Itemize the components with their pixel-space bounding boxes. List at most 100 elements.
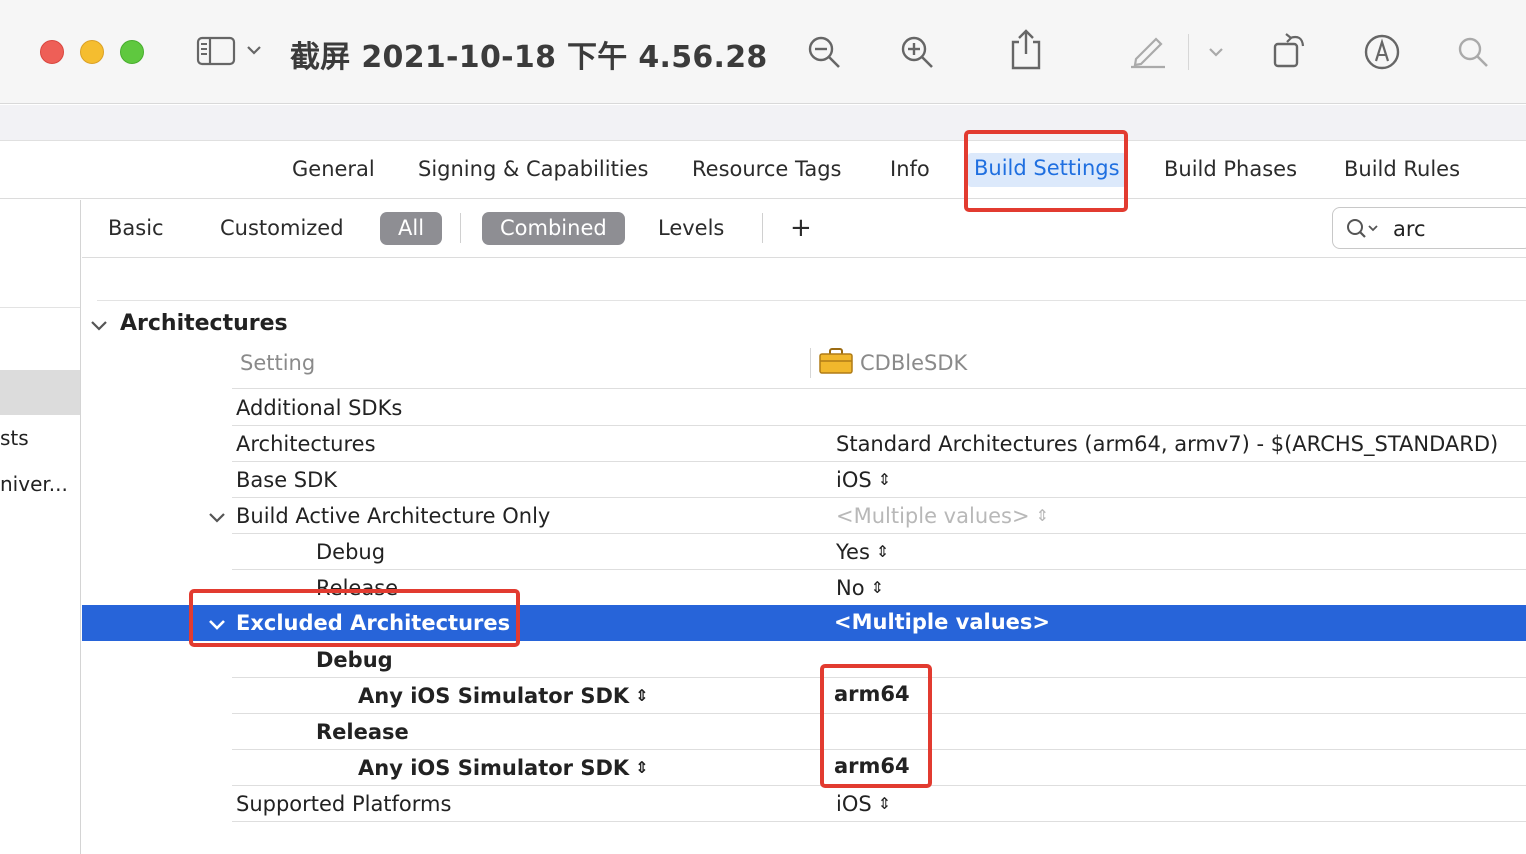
zoom-out-icon[interactable] <box>806 34 842 70</box>
search-icon <box>1345 217 1381 245</box>
editor-tab-bar: General Signing & Capabilities Resource … <box>0 141 1526 199</box>
setting-condition-popup[interactable]: Any iOS Simulator SDK ⇕ <box>358 684 649 708</box>
chevron-down-icon[interactable] <box>90 318 108 337</box>
setting-value[interactable]: arm64 <box>834 754 910 778</box>
chevron-down-icon[interactable] <box>1208 46 1224 58</box>
setting-value: <Multiple values> <box>836 504 1030 528</box>
briefcase-icon <box>819 348 853 378</box>
row-divider <box>232 821 1526 822</box>
add-setting-button[interactable]: + <box>790 213 812 243</box>
project-sidebar: sts niver... <box>0 200 81 854</box>
setting-name: Debug <box>316 648 393 672</box>
updown-arrows-icon: ⇕ <box>877 794 892 813</box>
sidebar-toggle-icon[interactable] <box>196 36 236 66</box>
tab-info[interactable]: Info <box>890 157 930 181</box>
sidebar-item-universal[interactable]: niver... <box>0 472 80 496</box>
header-divider <box>232 388 1526 389</box>
setting-value[interactable]: Standard Architectures (arm64, armv7) - … <box>836 432 1498 456</box>
search-input[interactable]: arc <box>1393 217 1426 241</box>
setting-row[interactable]: Supported Platforms iOS ⇕ <box>82 786 1526 822</box>
setting-value: No <box>836 576 865 600</box>
sidebar-item-tests[interactable]: sts <box>0 426 80 450</box>
filter-basic-button[interactable]: Basic <box>108 216 164 240</box>
filter-levels-button[interactable]: Levels <box>658 216 724 240</box>
search-icon[interactable] <box>1456 35 1490 69</box>
minimize-window-button[interactable] <box>80 40 104 64</box>
filter-all-button[interactable]: All <box>380 212 443 245</box>
setting-row[interactable]: Any iOS Simulator SDK ⇕ arm64 <box>82 750 1526 786</box>
setting-name: Release <box>316 720 409 744</box>
updown-arrows-icon: ⇕ <box>1035 506 1049 525</box>
updown-arrows-icon: ⇕ <box>635 686 649 705</box>
setting-value-popup[interactable]: No ⇕ <box>836 576 884 600</box>
setting-value: Yes <box>836 540 870 564</box>
settings-top-divider <box>97 300 1526 301</box>
setting-row[interactable]: Release No ⇕ <box>82 570 1526 606</box>
updown-arrows-icon: ⇕ <box>875 542 890 561</box>
setting-row[interactable]: Debug <box>82 642 1526 678</box>
column-divider <box>810 348 811 378</box>
chevron-down-icon[interactable] <box>208 617 226 636</box>
setting-row-selected[interactable]: Excluded Architectures <Multiple values> <box>82 605 1526 641</box>
column-header-setting: Setting <box>240 351 316 375</box>
updown-arrows-icon: ⇕ <box>877 470 892 489</box>
setting-name: Additional SDKs <box>236 396 403 420</box>
tab-general[interactable]: General <box>292 157 375 181</box>
sidebar-selected-item[interactable] <box>0 370 80 415</box>
filter-combined-button[interactable]: Combined <box>482 212 625 245</box>
share-icon[interactable] <box>1009 28 1043 70</box>
zoom-window-button[interactable] <box>120 40 144 64</box>
sidebar-divider <box>0 307 80 308</box>
rotate-icon[interactable] <box>1272 30 1308 70</box>
toolbar-divider <box>1188 34 1189 70</box>
tab-build-phases[interactable]: Build Phases <box>1164 157 1297 181</box>
setting-name: Any iOS Simulator SDK <box>358 684 630 708</box>
setting-row[interactable]: Architectures Standard Architectures (ar… <box>82 426 1526 462</box>
settings-search-field[interactable]: arc <box>1332 207 1526 249</box>
tab-resource-tags[interactable]: Resource Tags <box>692 157 841 181</box>
setting-row[interactable]: Additional SDKs <box>82 390 1526 426</box>
build-settings-filter-bar: Basic Customized All Combined Levels + a… <box>82 200 1526 258</box>
filter-divider <box>460 213 461 243</box>
zoom-in-icon[interactable] <box>899 34 935 70</box>
updown-arrows-icon: ⇕ <box>635 758 649 777</box>
setting-value: iOS <box>836 792 872 816</box>
close-window-button[interactable] <box>40 40 64 64</box>
tab-build-rules[interactable]: Build Rules <box>1344 157 1460 181</box>
setting-value-popup[interactable]: <Multiple values> ⇕ <box>836 504 1049 528</box>
section-title: Architectures <box>120 311 288 336</box>
setting-value-popup[interactable]: Yes ⇕ <box>836 540 889 564</box>
setting-row[interactable]: Build Active Architecture Only <Multiple… <box>82 498 1526 534</box>
setting-name: Build Active Architecture Only <box>236 504 551 528</box>
setting-name: Supported Platforms <box>236 792 452 816</box>
setting-row[interactable]: Release <box>82 714 1526 750</box>
column-header-target: CDBleSDK <box>860 351 968 375</box>
setting-row[interactable]: Any iOS Simulator SDK ⇕ arm64 <box>82 678 1526 714</box>
setting-name: Excluded Architectures <box>236 611 511 635</box>
setting-value-popup[interactable]: iOS ⇕ <box>836 792 891 816</box>
setting-name: Release <box>316 576 399 600</box>
setting-value: iOS <box>836 468 872 492</box>
preview-titlebar: 截屏 2021-10-18 下午 4.56.28 <box>0 0 1526 104</box>
setting-name: Any iOS Simulator SDK <box>358 756 630 780</box>
chevron-down-icon[interactable] <box>208 510 226 529</box>
setting-row[interactable]: Base SDK iOS ⇕ <box>82 462 1526 498</box>
setting-condition-popup[interactable]: Any iOS Simulator SDK ⇕ <box>358 756 649 780</box>
setting-name: Base SDK <box>236 468 338 492</box>
tab-build-settings[interactable]: Build Settings <box>968 153 1126 187</box>
setting-name: Debug <box>316 540 386 564</box>
setting-name: Architectures <box>236 432 376 456</box>
filter-customized-button[interactable]: Customized <box>220 216 344 240</box>
document-title: 截屏 2021-10-18 下午 4.56.28 <box>290 40 768 75</box>
setting-row[interactable]: Debug Yes ⇕ <box>82 534 1526 570</box>
setting-value-popup[interactable]: iOS ⇕ <box>836 468 891 492</box>
chevron-down-icon[interactable] <box>246 44 262 56</box>
tab-signing-capabilities[interactable]: Signing & Capabilities <box>418 157 649 181</box>
filter-divider <box>762 213 763 243</box>
editor-header-band <box>0 105 1526 141</box>
setting-value[interactable]: <Multiple values> <box>834 610 1050 634</box>
annotate-icon[interactable] <box>1363 33 1401 71</box>
markup-pen-icon[interactable] <box>1128 31 1168 69</box>
updown-arrows-icon: ⇕ <box>870 578 884 597</box>
setting-value[interactable]: arm64 <box>834 682 910 706</box>
